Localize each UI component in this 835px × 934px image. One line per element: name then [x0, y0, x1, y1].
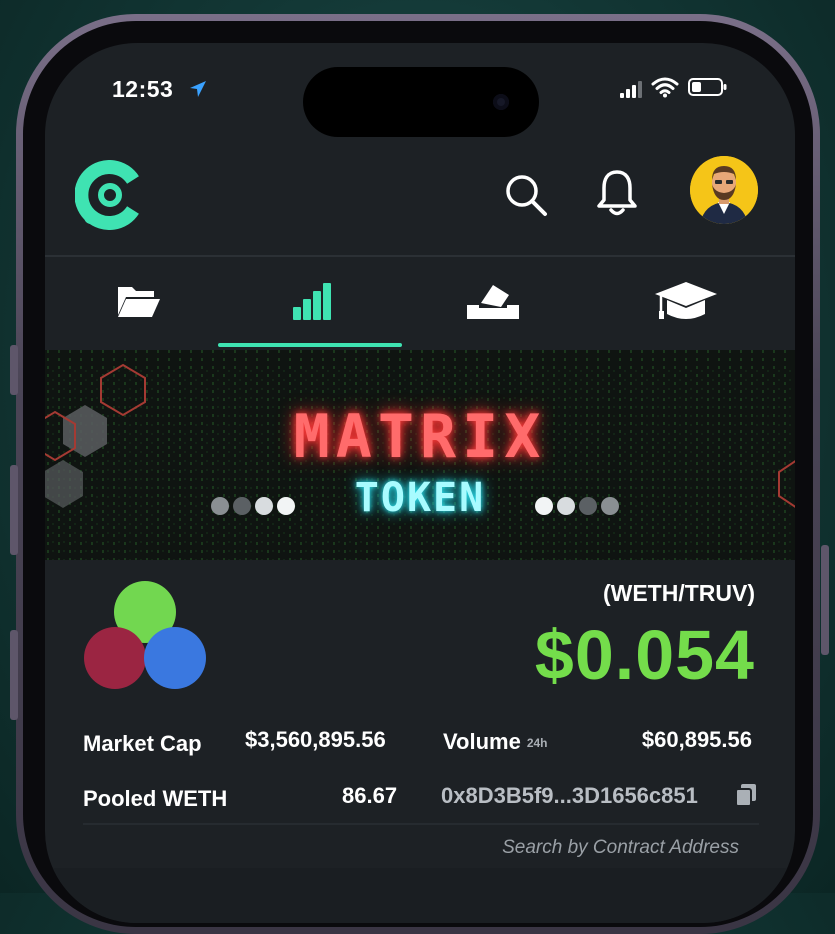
dynamic-island — [303, 67, 539, 137]
token-pair: (WETH/TRUV) — [602, 580, 755, 606]
volume-period: 24h — [526, 736, 548, 751]
banner-title: MATRIX — [293, 402, 547, 472]
status-bar: 12:53 — [45, 43, 795, 143]
banner-subtitle: TOKEN — [354, 475, 486, 521]
notification-bell-icon[interactable] — [595, 168, 639, 218]
avatar-illustration — [690, 156, 758, 224]
market-cap-label: Market Cap — [83, 731, 202, 756]
volume-value: $60,895.56 — [641, 727, 752, 752]
promo-banner[interactable]: MATRIX TOKEN — [45, 350, 795, 560]
signal-icon — [620, 81, 642, 98]
token-price: $0.054 — [534, 616, 755, 694]
market-cap-value: $3,560,895.56 — [245, 727, 386, 752]
volume-label: Volume 24h — [443, 729, 548, 755]
folder-icon — [117, 287, 160, 317]
app-screen: 12:53 MATRIX TOKEN (WETH/TRUV) $0.054 Ma… — [45, 43, 795, 923]
copy-icon[interactable] — [735, 783, 757, 807]
side-button-left-2 — [10, 465, 18, 555]
tab-portfolio[interactable] — [45, 255, 232, 347]
tab-charts[interactable] — [218, 255, 405, 347]
contract-address[interactable]: 0x8D3B5f9...3D1656c851 — [441, 783, 698, 809]
active-tab-indicator — [218, 343, 402, 347]
battery-icon — [688, 78, 727, 96]
pooled-weth-label: Pooled WETH — [83, 786, 228, 811]
banner-dots-left — [211, 497, 311, 517]
stats-divider — [83, 823, 759, 825]
side-button-right — [821, 545, 829, 655]
graduation-cap-icon — [654, 282, 717, 319]
bottom-panel — [45, 868, 795, 923]
contract-search-input[interactable]: Search by Contract Address — [502, 837, 739, 859]
tab-vote[interactable] — [399, 255, 586, 347]
token-logo-icon — [84, 581, 206, 689]
status-time: 12:53 — [112, 76, 174, 102]
camera-icon — [493, 94, 509, 110]
banner-dots-right — [535, 497, 635, 517]
ballot-box-icon — [466, 285, 519, 319]
tab-learn[interactable] — [592, 255, 779, 347]
pooled-weth-value: 86.67 — [342, 783, 398, 808]
volume-label-text: Volume — [443, 729, 521, 754]
user-avatar[interactable] — [690, 156, 758, 224]
bar-chart-icon — [292, 283, 331, 320]
location-arrow-icon — [190, 81, 206, 97]
search-icon[interactable] — [502, 171, 550, 219]
side-button-left-3 — [10, 630, 18, 720]
side-button-left — [10, 345, 18, 395]
wifi-icon — [651, 77, 679, 98]
app-logo-icon[interactable] — [75, 160, 145, 230]
